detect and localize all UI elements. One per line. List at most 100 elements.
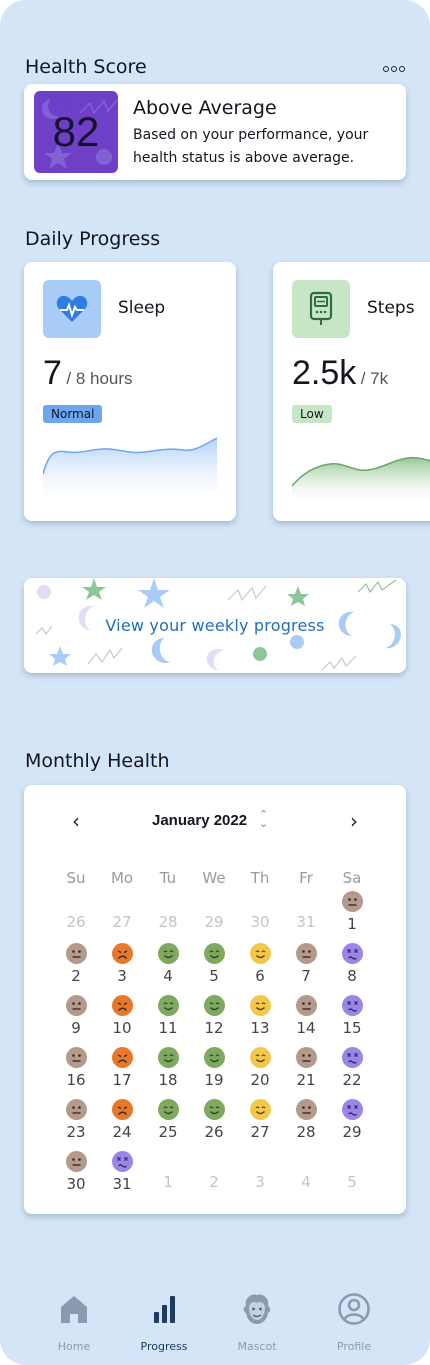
mood-neutral-icon[interactable] [295,943,317,964]
mood-sick-icon[interactable] [341,995,363,1016]
calendar-day[interactable]: 20 [237,1071,283,1089]
calendar-day[interactable]: 27 [99,913,145,931]
mood-happy-icon[interactable] [203,1047,225,1068]
mood-happy-icon[interactable] [157,1099,179,1120]
calendar-day[interactable]: 17 [99,1071,145,1089]
heart-pulse-icon [43,280,101,338]
calendar-day[interactable]: 3 [99,967,145,985]
calendar-day[interactable]: 18 [145,1071,191,1089]
calendar-day[interactable]: 1 [145,1173,191,1191]
calendar-day[interactable]: 31 [283,913,329,931]
steps-status-badge: Low [292,405,332,423]
score-badge: 82 [34,91,118,173]
mood-neutral-icon[interactable] [65,943,87,964]
calendar-day[interactable]: 28 [283,1123,329,1141]
calendar-day[interactable]: 10 [99,1019,145,1037]
weekday-label: Su [66,869,86,887]
mood-neutral-icon[interactable] [341,891,363,912]
calendar-day[interactable]: 22 [329,1071,375,1089]
calendar-day[interactable]: 3 [237,1173,283,1191]
mood-happy-icon[interactable] [203,1099,225,1120]
mood-sad-icon[interactable] [111,995,133,1016]
calendar-day[interactable]: 4 [145,967,191,985]
mood-happy-icon[interactable] [203,943,225,964]
calendar-day[interactable]: 2 [191,1173,237,1191]
calendar-day[interactable]: 1 [329,915,375,933]
calendar-day[interactable]: 11 [145,1019,191,1037]
calendar-day[interactable]: 8 [329,967,375,985]
calendar-day[interactable]: 9 [53,1019,99,1037]
calendar-day[interactable]: 5 [191,967,237,985]
calendar-day[interactable]: 15 [329,1019,375,1037]
nav-mascot[interactable]: Mascot [214,1292,300,1353]
sleep-value: 7 / 8 hours [43,354,133,392]
calendar-day[interactable]: 13 [237,1019,283,1037]
calendar-day[interactable]: 24 [99,1123,145,1141]
mood-neutral-icon[interactable] [295,995,317,1016]
calendar-day[interactable]: 27 [237,1123,283,1141]
calendar-day[interactable]: 30 [237,913,283,931]
app-screen: Health Score 82 Above Average Based on y… [0,0,430,1365]
mood-happy-icon[interactable] [203,995,225,1016]
weekday-label: We [202,869,226,887]
calendar-day[interactable]: 14 [283,1019,329,1037]
mood-sad-icon[interactable] [111,943,133,964]
mood-sick-icon[interactable] [111,1151,133,1172]
mood-sick-icon[interactable] [341,1099,363,1120]
sleep-card[interactable]: Sleep 7 / 8 hours Normal [24,262,236,521]
steps-card[interactable]: Steps 2.5k / 7k Low [273,262,430,521]
weekly-progress-button[interactable]: View your weekly progress [24,578,406,673]
health-score-card[interactable]: 82 Above Average Based on your performan… [24,84,406,180]
mood-sad-icon[interactable] [111,1047,133,1068]
mood-sick-icon[interactable] [341,1047,363,1068]
calendar-day[interactable]: 2 [53,967,99,985]
weekday-label: Sa [342,869,362,887]
calendar-day[interactable]: 28 [145,913,191,931]
calendar-day[interactable]: 23 [53,1123,99,1141]
calendar-day[interactable]: 7 [283,967,329,985]
mood-neutral-icon[interactable] [295,1099,317,1120]
bottom-navigation: Home Progress Mascot Profile [0,1292,430,1365]
mood-happy-icon[interactable] [157,943,179,964]
calendar-day[interactable]: 26 [191,1123,237,1141]
calendar-day[interactable]: 19 [191,1071,237,1089]
mood-joyful-icon[interactable] [249,1047,271,1068]
mood-joyful-icon[interactable] [249,943,271,964]
weekday-label: Th [250,869,270,887]
calendar-day[interactable]: 12 [191,1019,237,1037]
mood-joyful-icon[interactable] [249,1099,271,1120]
mood-happy-icon[interactable] [157,1047,179,1068]
calendar-day[interactable]: 26 [53,913,99,931]
sleep-trend-chart [43,437,217,502]
prev-month-icon[interactable]: ‹ [63,808,89,834]
calendar-day[interactable]: 5 [329,1173,375,1191]
nav-progress[interactable]: Progress [121,1292,207,1353]
mood-neutral-icon[interactable] [65,1151,87,1172]
mood-joyful-icon[interactable] [249,995,271,1016]
calendar-day[interactable]: 30 [53,1175,99,1193]
calendar-day[interactable]: 31 [99,1175,145,1193]
calendar-day[interactable]: 29 [329,1123,375,1141]
nav-home[interactable]: Home [31,1292,117,1353]
mood-neutral-icon[interactable] [65,1047,87,1068]
more-options-icon[interactable] [383,66,405,74]
mood-neutral-icon[interactable] [65,1099,87,1120]
calendar-day[interactable]: 6 [237,967,283,985]
mood-happy-icon[interactable] [157,995,179,1016]
calendar-day[interactable]: 29 [191,913,237,931]
home-icon [61,1296,87,1323]
mood-neutral-icon[interactable] [65,995,87,1016]
mood-neutral-icon[interactable] [295,1047,317,1068]
steps-value: 2.5k / 7k [292,354,389,392]
mood-sad-icon[interactable] [111,1099,133,1120]
calendar-day[interactable]: 21 [283,1071,329,1089]
calendar-day[interactable]: 16 [53,1071,99,1089]
next-month-icon[interactable]: › [341,808,367,834]
month-picker-chevron-icon[interactable]: ⌃ ⌄ [259,809,268,829]
mood-sick-icon[interactable] [341,943,363,964]
calendar-day[interactable]: 4 [283,1173,329,1191]
calendar-day[interactable]: 25 [145,1123,191,1141]
step-counter-icon [292,280,350,338]
nav-profile[interactable]: Profile [311,1292,397,1353]
calendar-month-title[interactable]: January 2022 [152,812,247,829]
